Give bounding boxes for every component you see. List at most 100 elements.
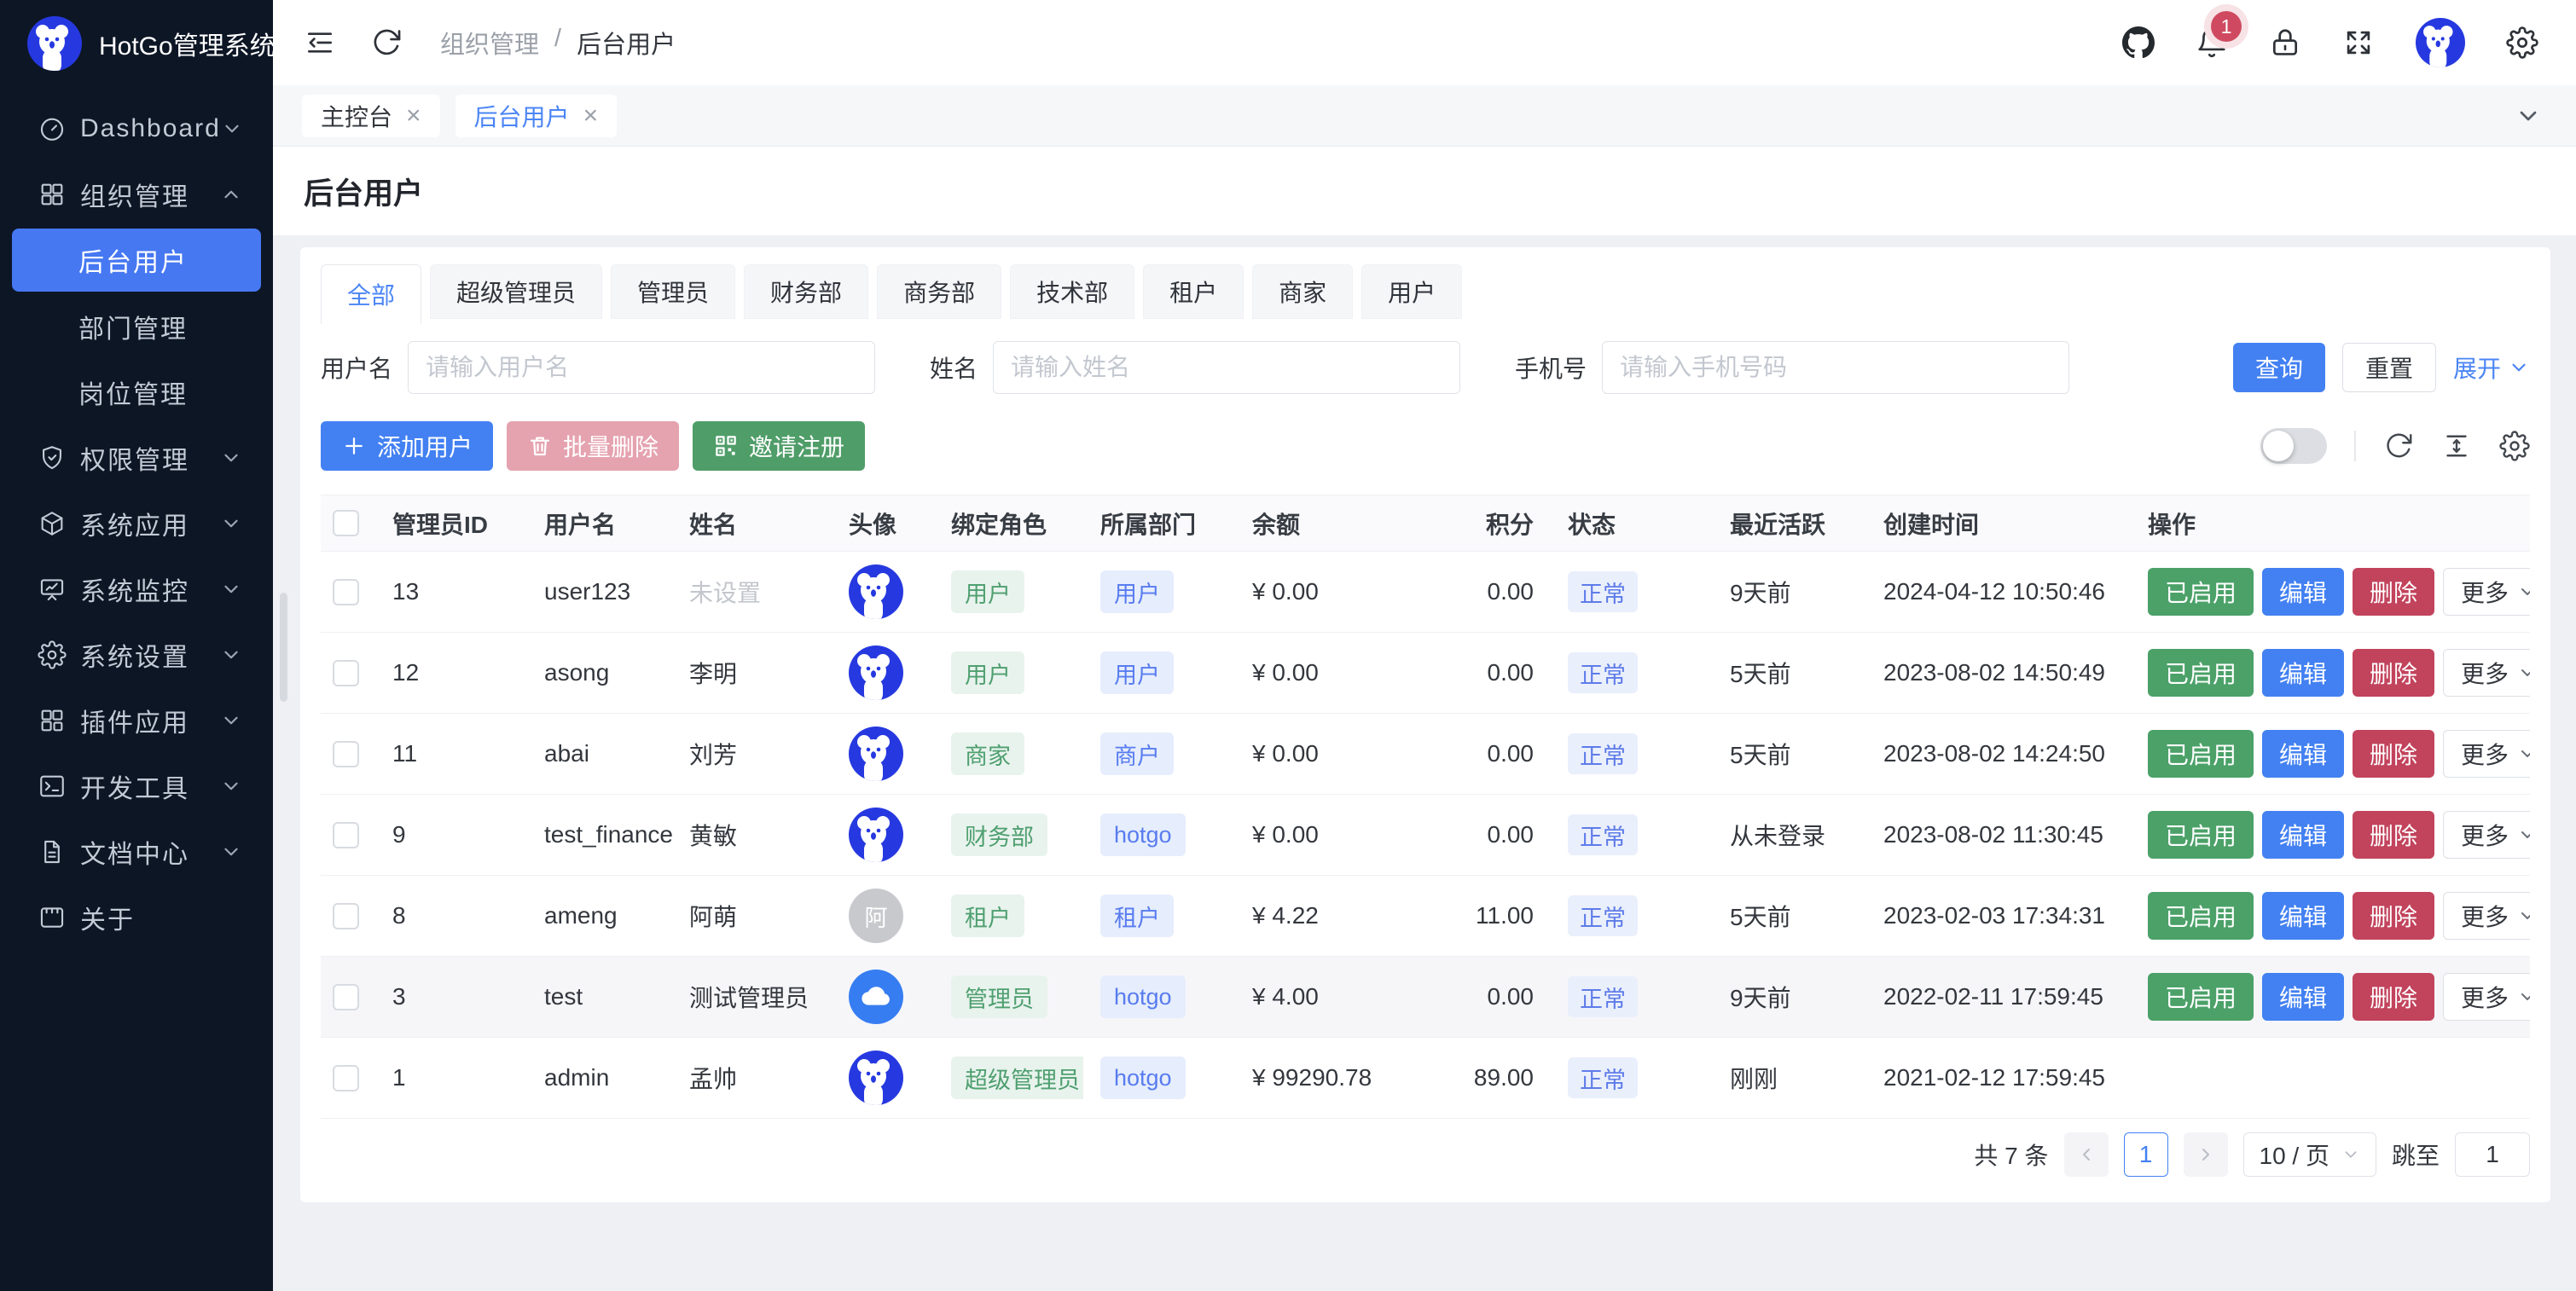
- filter-tab-finance[interactable]: 财务部: [744, 264, 868, 319]
- more-button[interactable]: 更多: [2443, 649, 2530, 697]
- row-checkbox[interactable]: [333, 660, 359, 686]
- filter-tab-user[interactable]: 用户: [1361, 264, 1462, 319]
- page-1-button[interactable]: 1: [2124, 1132, 2168, 1177]
- breadcrumb-parent[interactable]: 组织管理: [440, 25, 539, 61]
- more-button[interactable]: 更多: [2443, 892, 2530, 940]
- delete-button[interactable]: 删除: [2353, 649, 2434, 697]
- edit-button[interactable]: 编辑: [2262, 649, 2344, 697]
- cell-balance: ¥ 4.00: [1235, 983, 1406, 1010]
- enabled-button[interactable]: 已启用: [2148, 973, 2254, 1021]
- filter-tab-super-admin[interactable]: 超级管理员: [430, 264, 602, 319]
- more-button[interactable]: 更多: [2443, 730, 2530, 778]
- sidebar-item-system-monitor[interactable]: 系统监控: [0, 556, 273, 622]
- jump-label: 跳至: [2392, 1138, 2440, 1172]
- collapse-sidebar-icon[interactable]: [304, 26, 336, 59]
- sidebar-item-positions[interactable]: 岗位管理: [0, 359, 273, 425]
- edit-button[interactable]: 编辑: [2262, 892, 2344, 940]
- expand-link[interactable]: 展开: [2453, 350, 2530, 385]
- sidebar-item-about[interactable]: 关于: [0, 884, 273, 950]
- refresh-icon[interactable]: [370, 26, 403, 59]
- enabled-button[interactable]: 已启用: [2148, 811, 2254, 859]
- enabled-button[interactable]: 已启用: [2148, 892, 2254, 940]
- enabled-button[interactable]: 已启用: [2148, 730, 2254, 778]
- delete-button[interactable]: 删除: [2353, 811, 2434, 859]
- bell-icon[interactable]: 1: [2196, 26, 2228, 59]
- more-button[interactable]: 更多: [2443, 811, 2530, 859]
- mobile-input[interactable]: [1602, 341, 2069, 394]
- edit-button[interactable]: 编辑: [2262, 568, 2344, 616]
- edit-button[interactable]: 编辑: [2262, 973, 2344, 1021]
- enabled-button[interactable]: 已启用: [2148, 649, 2254, 697]
- query-button[interactable]: 查询: [2233, 343, 2325, 392]
- delete-button[interactable]: 删除: [2353, 730, 2434, 778]
- reload-table-icon[interactable]: [2383, 431, 2414, 461]
- sidebar-item-organization[interactable]: 组织管理: [0, 161, 273, 227]
- row-checkbox[interactable]: [333, 1065, 359, 1091]
- invite-register-button[interactable]: 邀请注册: [693, 421, 865, 471]
- striped-toggle[interactable]: [2260, 428, 2327, 464]
- tab-backend-users[interactable]: 后台用户 ×: [455, 95, 618, 137]
- sidebar-item-system-settings[interactable]: 系统设置: [0, 622, 273, 687]
- filter-tab-all[interactable]: 全部: [321, 264, 421, 324]
- delete-button[interactable]: 删除: [2353, 568, 2434, 616]
- sidebar-item-plugins[interactable]: 插件应用: [0, 687, 273, 753]
- row-checkbox[interactable]: [333, 579, 359, 605]
- row-checkbox[interactable]: [333, 984, 359, 1010]
- settings-gear-icon[interactable]: [2506, 26, 2538, 59]
- close-icon[interactable]: ×: [406, 103, 421, 129]
- edit-button[interactable]: 编辑: [2262, 730, 2344, 778]
- dept-tag: hotgo: [1100, 975, 1186, 1018]
- cell-name: 测试管理员: [672, 980, 832, 1014]
- enabled-button[interactable]: 已启用: [2148, 568, 2254, 616]
- filter-tab-tenant[interactable]: 租户: [1143, 264, 1244, 319]
- sidebar-item-dev-tools[interactable]: 开发工具: [0, 753, 273, 819]
- grid-icon: [38, 180, 67, 209]
- delete-button[interactable]: 删除: [2353, 973, 2434, 1021]
- user-avatar[interactable]: [2416, 18, 2465, 67]
- filter-tab-tech[interactable]: 技术部: [1010, 264, 1134, 319]
- table-row: 9test_finance黄敏财务部hotgo¥ 0.000.00正常从未登录2…: [321, 795, 2530, 876]
- sidebar-item-dashboard[interactable]: Dashboard: [0, 96, 273, 161]
- tab-dashboard[interactable]: 主控台 ×: [302, 95, 440, 137]
- chevron-down-icon: [220, 447, 242, 469]
- github-icon[interactable]: [2122, 26, 2155, 59]
- row-checkbox[interactable]: [333, 741, 359, 767]
- realname-input[interactable]: [993, 341, 1460, 394]
- fullscreen-icon[interactable]: [2342, 26, 2375, 59]
- more-button[interactable]: 更多: [2443, 568, 2530, 616]
- close-icon[interactable]: ×: [583, 103, 599, 129]
- jump-page-input[interactable]: [2455, 1132, 2530, 1177]
- batch-delete-button[interactable]: 批量删除: [507, 421, 679, 471]
- sidebar-item-departments[interactable]: 部门管理: [0, 293, 273, 359]
- row-height-icon[interactable]: [2441, 431, 2472, 461]
- dept-tag: 商户: [1100, 732, 1174, 775]
- lock-icon[interactable]: [2269, 26, 2301, 59]
- column-header: 管理员ID: [375, 507, 527, 541]
- cell-created-at: 2023-08-02 11:30:45: [1866, 821, 2131, 848]
- tab-options-chevron-icon[interactable]: [2515, 102, 2542, 130]
- sidebar-item-system-apps[interactable]: 系统应用: [0, 490, 273, 556]
- column-settings-gear-icon[interactable]: [2499, 431, 2530, 461]
- koala-avatar: [849, 808, 903, 862]
- sidebar-scrollbar-thumb[interactable]: [280, 593, 287, 702]
- reset-button[interactable]: 重置: [2342, 343, 2436, 392]
- filter-tab-merchant[interactable]: 商家: [1252, 264, 1353, 319]
- delete-button[interactable]: 删除: [2353, 892, 2434, 940]
- add-user-button[interactable]: 添加用户: [321, 421, 493, 471]
- sidebar-item-docs[interactable]: 文档中心: [0, 819, 273, 884]
- prev-page-button[interactable]: [2064, 1132, 2109, 1177]
- row-checkbox[interactable]: [333, 822, 359, 848]
- page-size-select[interactable]: 10 / 页: [2243, 1132, 2376, 1177]
- sidebar-item-permissions[interactable]: 权限管理: [0, 425, 273, 490]
- table-actions-row: 添加用户 批量删除 邀请注册: [321, 421, 2530, 471]
- next-page-button[interactable]: [2184, 1132, 2228, 1177]
- select-all-checkbox[interactable]: [333, 510, 359, 536]
- filter-tab-admin[interactable]: 管理员: [611, 264, 735, 319]
- row-checkbox[interactable]: [333, 903, 359, 929]
- more-button[interactable]: 更多: [2443, 973, 2530, 1021]
- edit-button[interactable]: 编辑: [2262, 811, 2344, 859]
- filter-tab-business[interactable]: 商务部: [877, 264, 1001, 319]
- username-input[interactable]: [408, 341, 875, 394]
- sidebar-item-backend-users[interactable]: 后台用户: [12, 229, 261, 292]
- cell-created-at: 2023-08-02 14:24:50: [1866, 740, 2131, 767]
